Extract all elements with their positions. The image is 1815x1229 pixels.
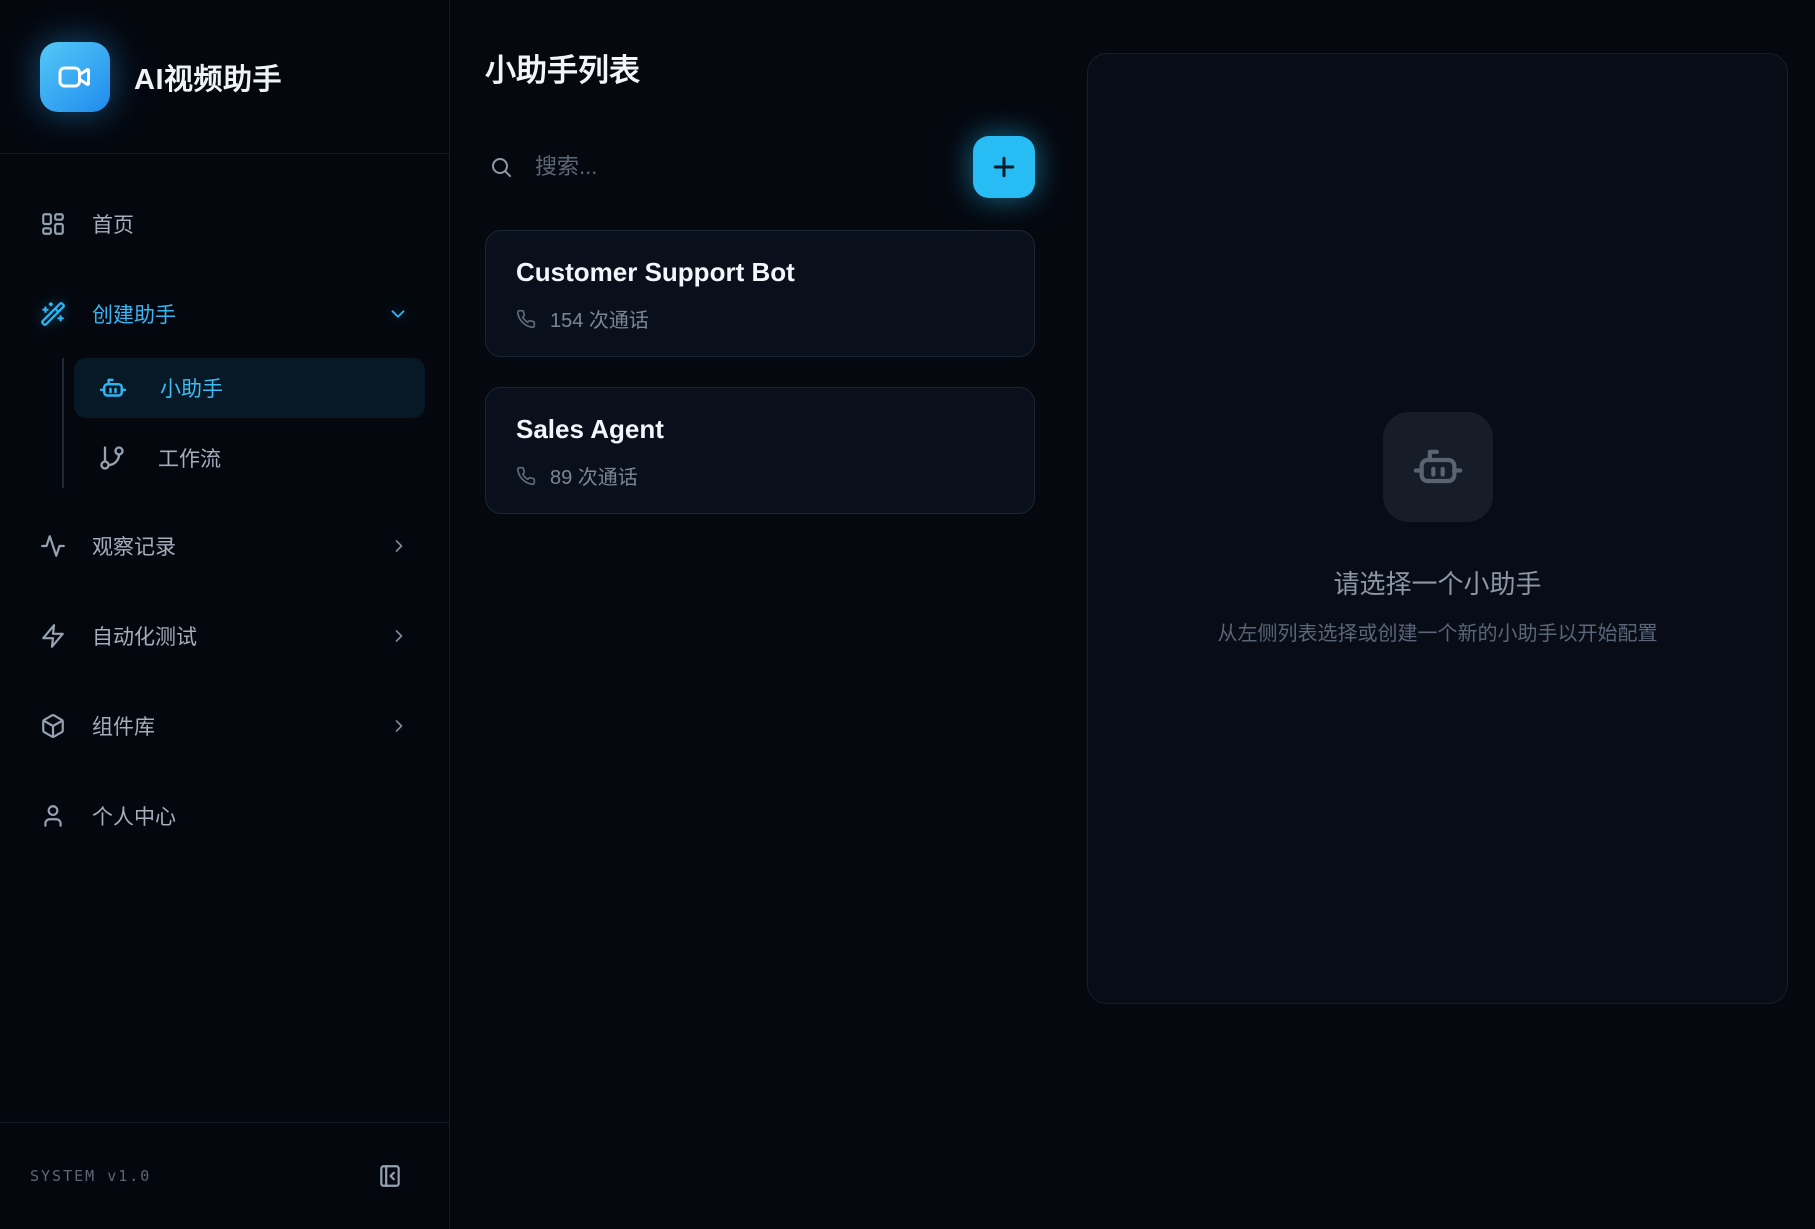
sidebar-item-label: 自动化测试: [92, 621, 197, 651]
zap-icon: [40, 623, 66, 649]
video-camera-icon: [57, 59, 93, 95]
assistant-name: Sales Agent: [516, 414, 1004, 445]
bot-icon: [98, 373, 128, 403]
dashboard-icon: [40, 211, 66, 237]
chevron-down-icon: [387, 303, 409, 325]
chevron-right-icon: [389, 536, 409, 556]
sidebar-item-create-assistant[interactable]: 创建助手: [24, 286, 425, 342]
wand-sparkles-icon: [40, 301, 66, 327]
chevron-right-icon: [389, 626, 409, 646]
sidebar-footer: SYSTEM v1.0: [0, 1122, 449, 1229]
assistant-call-count: 89 次通话: [550, 461, 638, 490]
panel-left-close-icon: [377, 1163, 403, 1189]
assistant-cards: Customer Support Bot 154 次通话 Sales Agent…: [485, 230, 1035, 514]
user-icon: [40, 803, 66, 829]
workflow-icon: [98, 444, 126, 472]
assistant-list-panel: 小助手列表 Customer Support Bot: [485, 0, 1035, 1229]
assistant-name: Customer Support Bot: [516, 257, 1004, 288]
page-title: 小助手列表: [485, 50, 1035, 92]
sidebar-item-label: 小助手: [160, 373, 223, 403]
sidebar-item-automation-test[interactable]: 自动化测试: [24, 608, 425, 664]
assistant-call-count: 154 次通话: [550, 304, 649, 333]
chevron-right-icon: [389, 716, 409, 736]
phone-icon: [516, 466, 536, 486]
sidebar-item-profile[interactable]: 个人中心: [24, 788, 425, 844]
sidebar-item-workflow[interactable]: 工作流: [74, 428, 425, 488]
search-input[interactable]: [535, 154, 973, 180]
sidebar-item-label: 组件库: [92, 711, 155, 741]
empty-state: 请选择一个小助手 从左侧列表选择或创建一个新的小助手以开始配置: [1218, 412, 1658, 646]
main-content: 小助手列表 Customer Support Bot: [450, 0, 1815, 1229]
assistant-meta: 89 次通话: [516, 461, 1004, 490]
search-box: [485, 154, 973, 180]
box-icon: [40, 713, 66, 739]
sidebar-item-label: 个人中心: [92, 801, 176, 831]
assistant-card[interactable]: Customer Support Bot 154 次通话: [485, 230, 1035, 357]
detail-panel: 请选择一个小助手 从左侧列表选择或创建一个新的小助手以开始配置: [1087, 53, 1788, 1004]
activity-icon: [40, 533, 66, 559]
add-assistant-button[interactable]: [973, 136, 1035, 198]
system-version: SYSTEM v1.0: [30, 1167, 151, 1185]
empty-state-subtitle: 从左侧列表选择或创建一个新的小助手以开始配置: [1218, 617, 1658, 646]
sidebar-item-label: 观察记录: [92, 531, 176, 561]
assistant-meta: 154 次通话: [516, 304, 1004, 333]
sidebar-nav: 首页 创建助手 小助手 工作流: [0, 154, 449, 1122]
app-logo: [40, 42, 110, 112]
bot-icon: [1410, 439, 1466, 495]
sidebar-item-observe-records[interactable]: 观察记录: [24, 518, 425, 574]
sidebar-item-label: 工作流: [158, 443, 221, 473]
sidebar-item-label: 首页: [92, 209, 134, 239]
phone-icon: [516, 309, 536, 329]
sidebar-item-assistants[interactable]: 小助手: [74, 358, 425, 418]
sidebar-item-label: 创建助手: [92, 299, 176, 329]
app-header: AI视频助手: [0, 0, 449, 154]
sidebar: AI视频助手 首页 创建助手 小助手: [0, 0, 450, 1229]
sidebar-subnav: 小助手 工作流: [62, 358, 425, 488]
search-row: [485, 136, 1035, 198]
empty-state-title: 请选择一个小助手: [1333, 564, 1541, 601]
collapse-sidebar-button[interactable]: [377, 1163, 403, 1189]
plus-icon: [989, 152, 1019, 182]
search-icon: [489, 155, 513, 179]
sidebar-item-home[interactable]: 首页: [24, 196, 425, 252]
app-title: AI视频助手: [134, 56, 282, 98]
empty-state-icon-box: [1383, 412, 1493, 522]
sidebar-item-component-library[interactable]: 组件库: [24, 698, 425, 754]
assistant-card[interactable]: Sales Agent 89 次通话: [485, 387, 1035, 514]
